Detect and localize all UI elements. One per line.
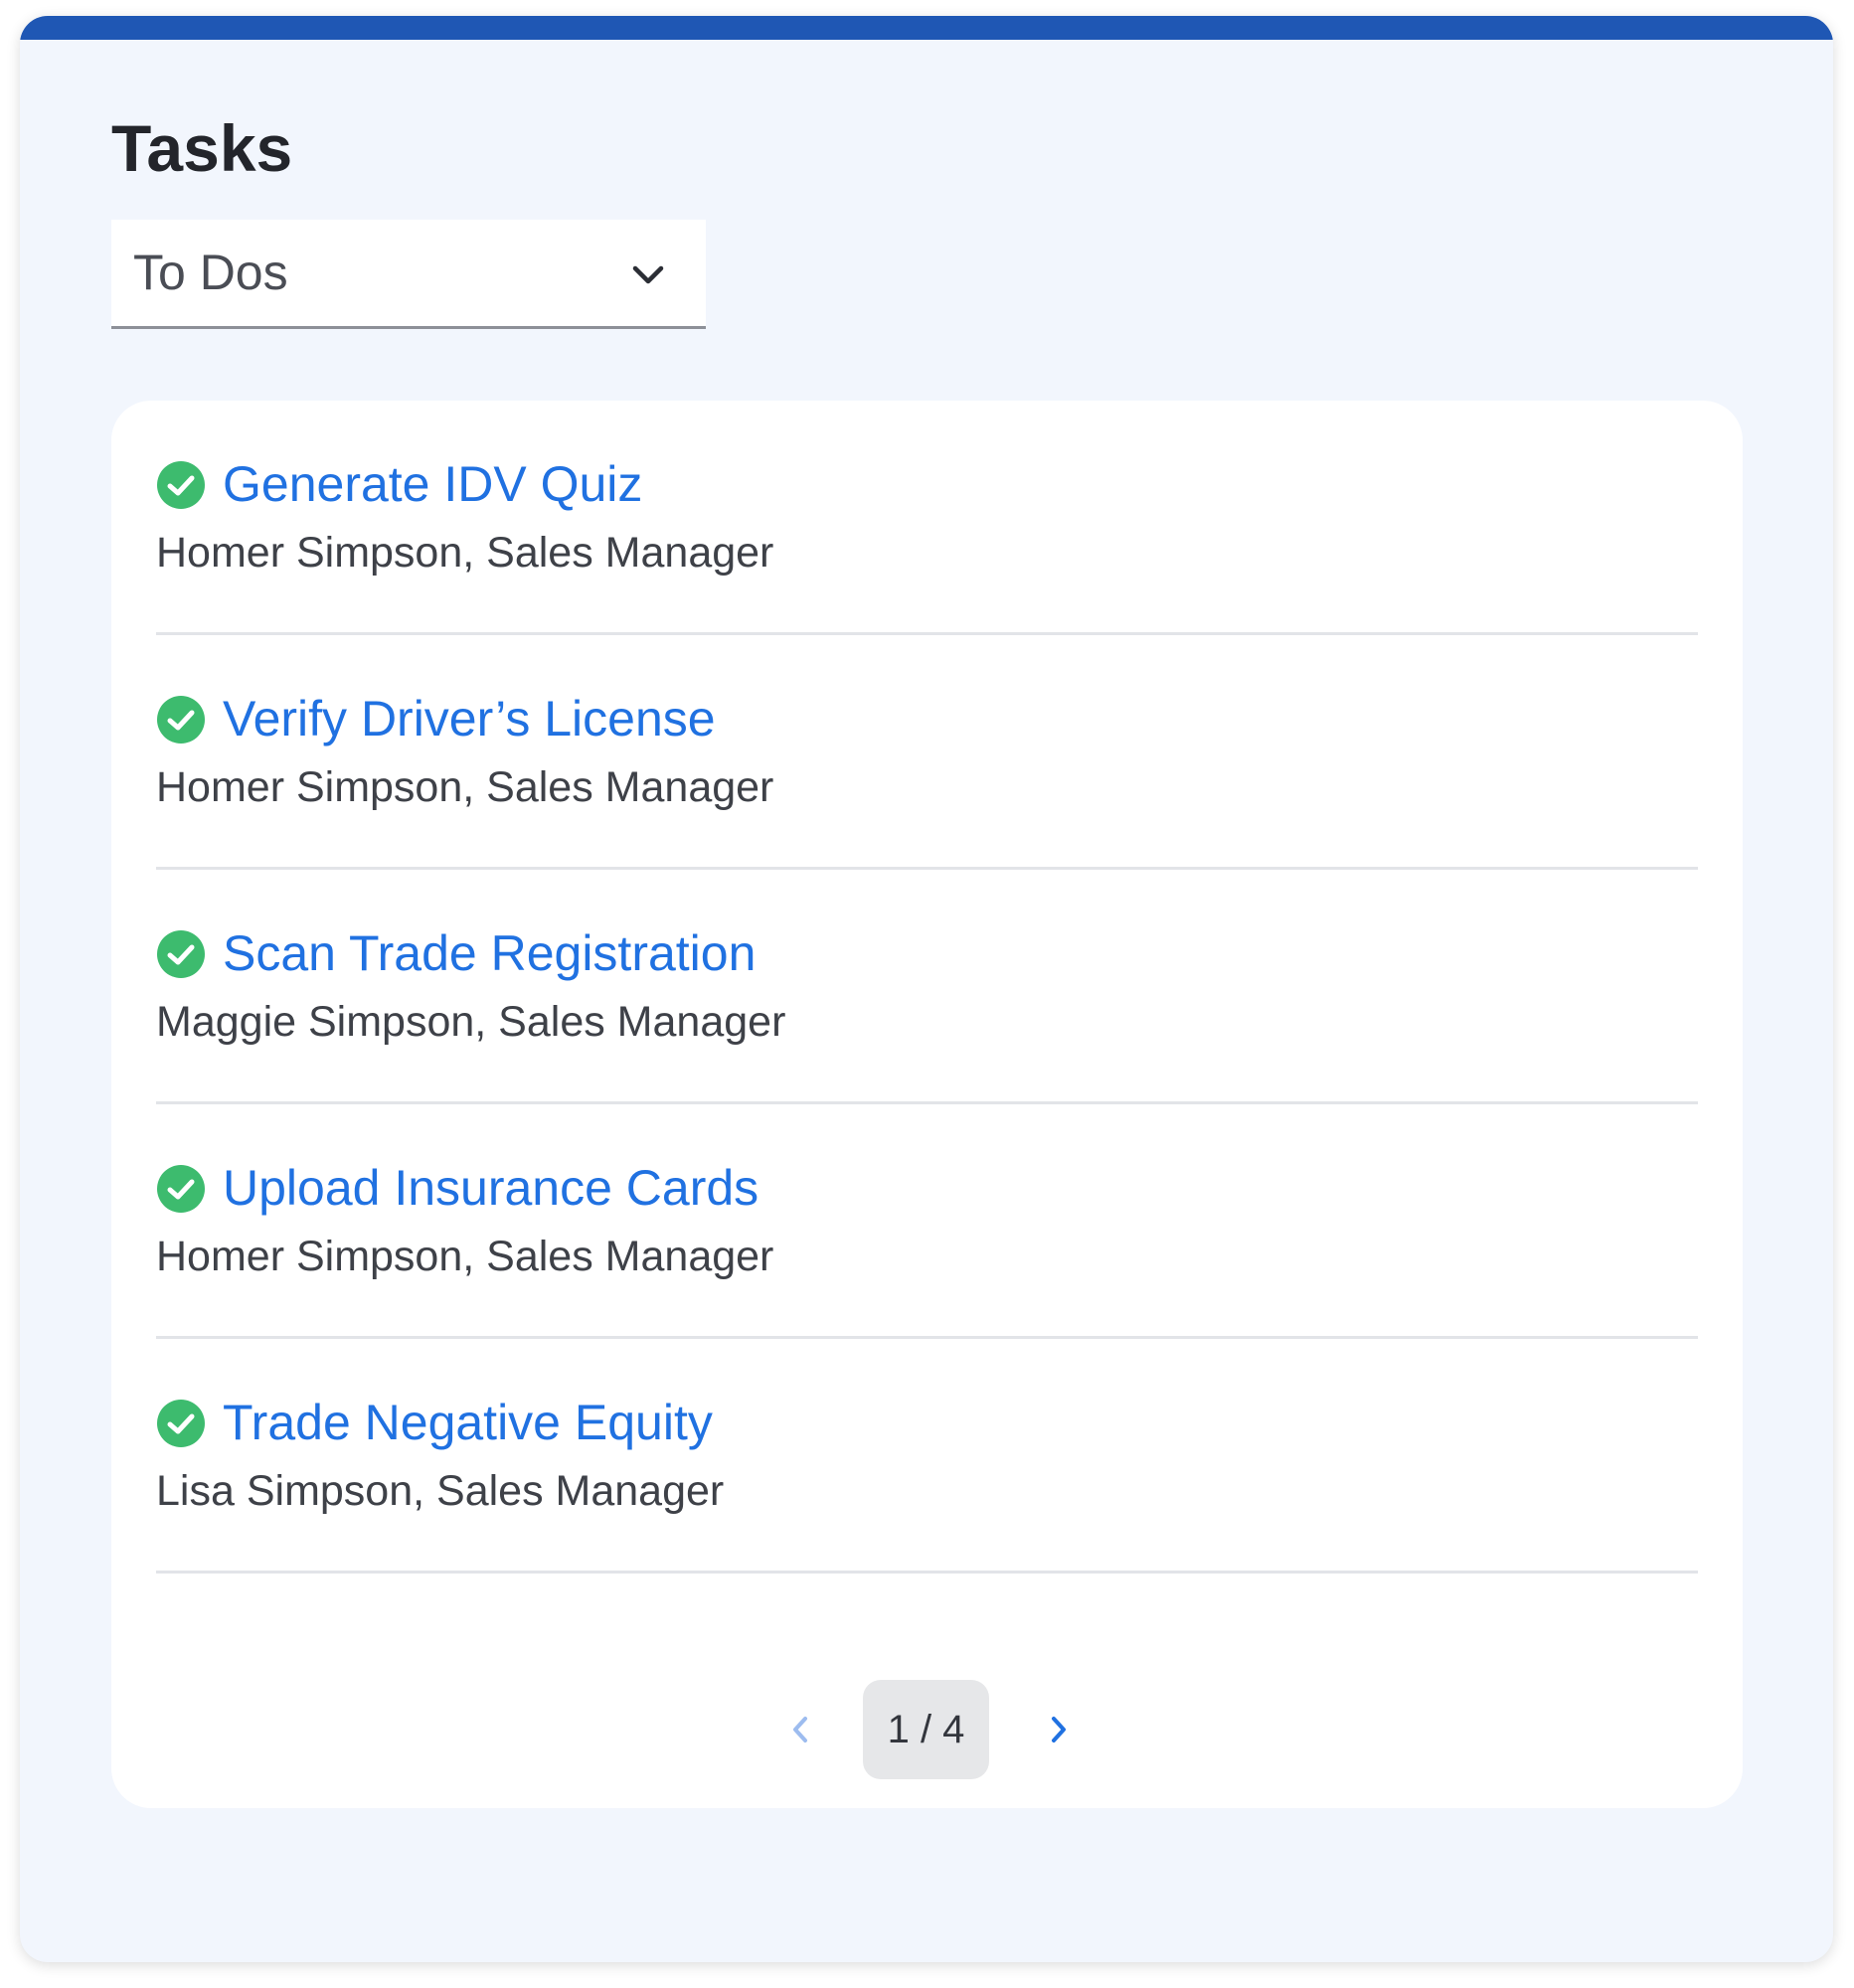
- page-title: Tasks: [111, 111, 293, 185]
- page-indicator: 1 / 4: [863, 1680, 989, 1779]
- task-owner: Maggie Simpson, Sales Manager: [156, 998, 786, 1046]
- accent-bar: [20, 16, 1833, 40]
- task-list: Generate IDV Quiz Homer Simpson, Sales M…: [156, 401, 1698, 1574]
- chevron-down-icon: [632, 265, 664, 284]
- task-title-link[interactable]: Scan Trade Registration: [223, 923, 756, 983]
- task-item: Upload Insurance Cards Homer Simpson, Sa…: [156, 1104, 1698, 1339]
- check-circle-icon: [157, 696, 205, 744]
- check-circle-icon: [157, 930, 205, 978]
- task-title-link[interactable]: Trade Negative Equity: [223, 1393, 713, 1452]
- task-owner: Homer Simpson, Sales Manager: [156, 1233, 774, 1280]
- task-title-link[interactable]: Upload Insurance Cards: [223, 1158, 758, 1218]
- task-item: Generate IDV Quiz Homer Simpson, Sales M…: [156, 401, 1698, 635]
- check-circle-icon: [157, 461, 205, 509]
- task-filter-dropdown[interactable]: To Dos: [111, 220, 706, 329]
- check-circle-icon: [157, 1165, 205, 1213]
- task-filter-value: To Dos: [133, 245, 288, 300]
- task-owner: Homer Simpson, Sales Manager: [156, 763, 774, 811]
- tasks-panel: Tasks To Dos Generate IDV Quiz Homer Sim…: [20, 16, 1833, 1962]
- task-item: Verify Driver’s License Homer Simpson, S…: [156, 635, 1698, 870]
- task-item: Scan Trade Registration Maggie Simpson, …: [156, 870, 1698, 1104]
- pagination: 1 / 4: [111, 1680, 1743, 1779]
- chevron-left-icon[interactable]: [781, 1710, 821, 1749]
- check-circle-icon: [157, 1400, 205, 1447]
- task-list-card: Generate IDV Quiz Homer Simpson, Sales M…: [111, 401, 1743, 1808]
- task-title-link[interactable]: Generate IDV Quiz: [223, 454, 642, 514]
- task-owner: Homer Simpson, Sales Manager: [156, 529, 774, 577]
- chevron-right-icon[interactable]: [1038, 1710, 1078, 1749]
- task-item: Trade Negative Equity Lisa Simpson, Sale…: [156, 1339, 1698, 1574]
- task-title-link[interactable]: Verify Driver’s License: [223, 689, 716, 748]
- task-owner: Lisa Simpson, Sales Manager: [156, 1467, 725, 1515]
